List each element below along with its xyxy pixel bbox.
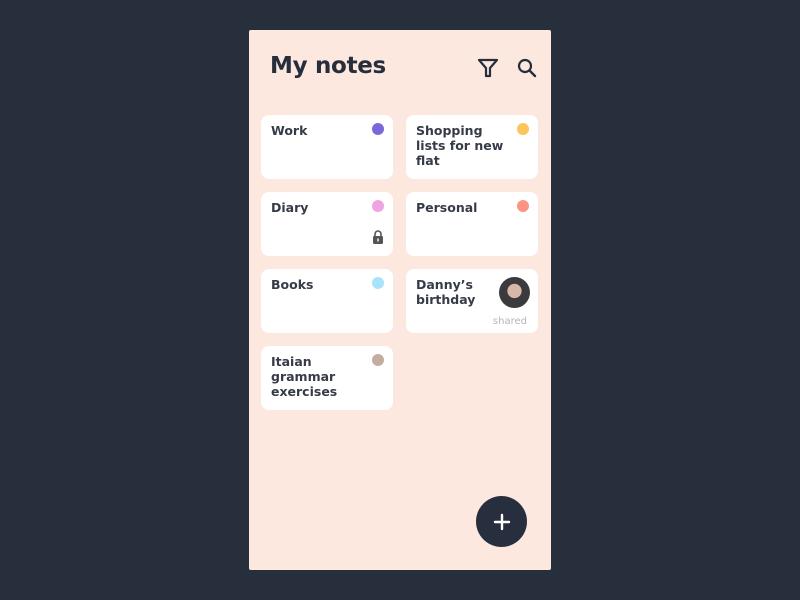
add-note-button[interactable] <box>476 496 527 547</box>
color-tag-dot <box>372 123 384 135</box>
filter-button[interactable] <box>476 56 500 80</box>
search-icon <box>517 58 537 78</box>
color-tag-dot <box>372 200 384 212</box>
note-title: Books <box>271 277 314 292</box>
avatar <box>499 277 530 308</box>
note-card[interactable]: Work <box>261 115 393 179</box>
lock-icon <box>372 229 384 248</box>
note-title: Work <box>271 123 308 138</box>
search-button[interactable] <box>515 56 539 80</box>
note-title: Diary <box>271 200 309 215</box>
note-card[interactable]: Danny’s birthday shared <box>406 269 538 333</box>
plus-icon <box>493 513 510 530</box>
color-tag-dot <box>372 277 384 289</box>
note-card[interactable]: Shopping lists for new flat <box>406 115 538 179</box>
note-title: Shopping lists for new flat <box>416 123 504 168</box>
shared-label: shared <box>492 316 527 327</box>
color-tag-dot <box>517 123 529 135</box>
note-title: Danny’s birthday <box>416 277 476 307</box>
color-tag-dot <box>517 200 529 212</box>
color-tag-dot <box>372 354 384 366</box>
note-card[interactable]: Itaian grammar exercises <box>261 346 393 410</box>
page-title: My notes <box>270 53 386 79</box>
note-card[interactable]: Books <box>261 269 393 333</box>
notes-screen: My notes Work Shopping lists for new flat… <box>249 30 551 570</box>
note-card[interactable]: Diary <box>261 192 393 256</box>
filter-icon <box>477 58 499 78</box>
note-card[interactable]: Personal <box>406 192 538 256</box>
note-title: Personal <box>416 200 478 215</box>
note-title: Itaian grammar exercises <box>271 354 338 399</box>
